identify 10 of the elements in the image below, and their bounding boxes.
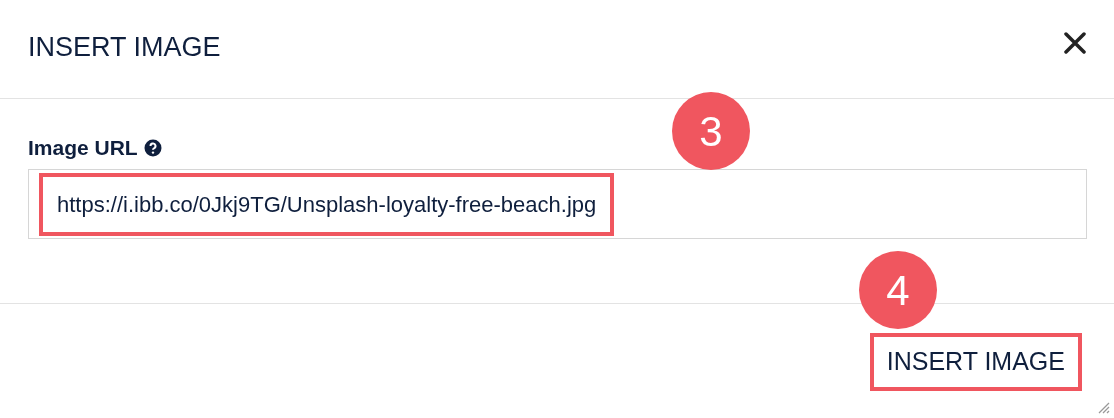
step-badge: 3 [672,92,750,170]
field-label: Image URL [28,135,138,162]
dialog-title: INSERT IMAGE [28,33,221,61]
url-field[interactable]: https://i.ibb.co/0Jkj9TG/Unsplash-loyalty-free-beach.jpg [28,169,1087,239]
step-badge: 4 [859,251,937,329]
resize-grip-icon[interactable] [1096,400,1110,414]
url-value: https://i.ibb.co/0Jkj9TG/Unsplash-loyalty-free-beach.jpg [39,172,615,236]
insert-image-button[interactable]: INSERT IMAGE [869,333,1082,391]
close-icon[interactable] [1062,30,1088,56]
help-icon [143,139,162,157]
